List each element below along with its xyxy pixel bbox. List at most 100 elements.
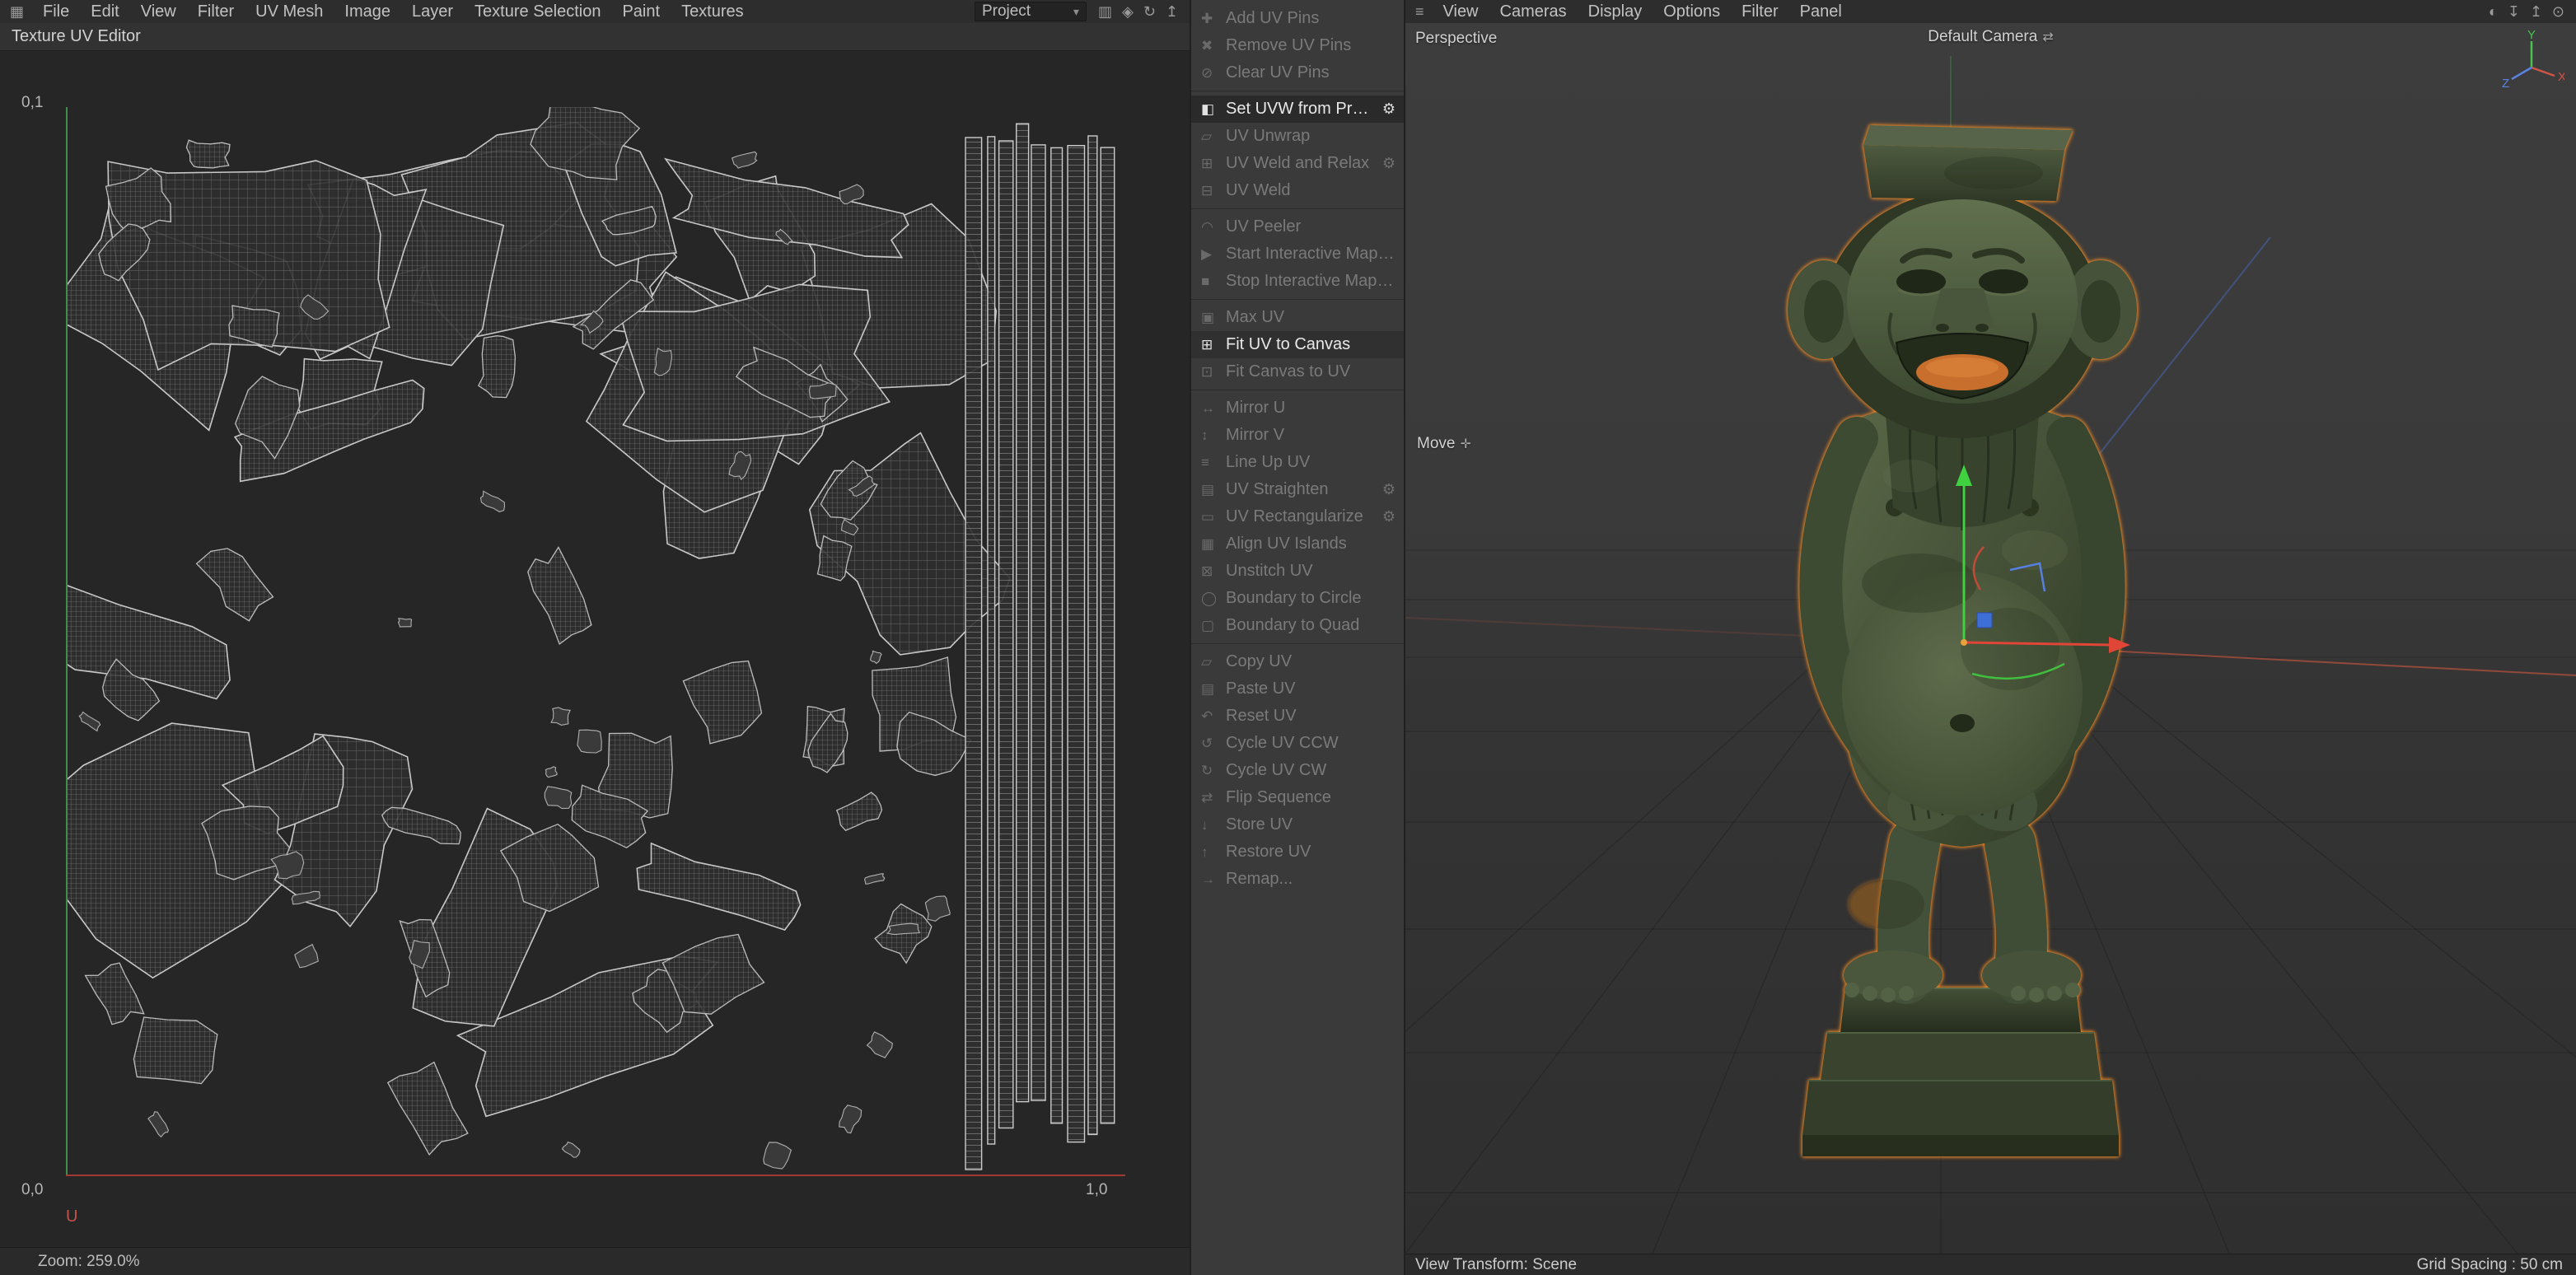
settings-gear-icon[interactable]: ⚙: [1377, 100, 1396, 118]
command-start-interactive-mapping: ▶Start Interactive Mapping: [1191, 241, 1404, 268]
settings-gear-icon[interactable]: ⚙: [1377, 481, 1396, 498]
viewport-menu-item-options[interactable]: Options: [1653, 2, 1731, 21]
uv-strip: [1101, 147, 1115, 1123]
uv-island: [148, 1112, 169, 1137]
window-grid-icon[interactable]: ▦: [0, 3, 32, 21]
viewport-menu-item-filter[interactable]: Filter: [1731, 2, 1788, 21]
record-icon[interactable]: ⊙: [2552, 4, 2564, 19]
lock-icon[interactable]: ◈: [1122, 4, 1134, 19]
settings-gear-icon[interactable]: ⚙: [1377, 508, 1396, 525]
viewport-menubar: ≡ ViewCamerasDisplayOptionsFilterPanel ◐…: [1405, 0, 2576, 24]
panel-menu-icon[interactable]: ≡: [1405, 3, 1433, 21]
command-mirror-v: ↕Mirror V: [1191, 422, 1404, 449]
axis-z-label: Z: [2502, 77, 2509, 91]
uv-canvas[interactable]: 0,1 0,0 1,0 U: [0, 51, 1190, 1247]
settings-gear-icon[interactable]: ⚙: [1377, 155, 1396, 172]
uv-island: [839, 184, 863, 203]
command-label: Store UV: [1226, 815, 1396, 834]
uv-island: [867, 1032, 893, 1058]
menu-item-texture-selection[interactable]: Texture Selection: [464, 2, 611, 21]
upload-icon[interactable]: ↥: [2530, 4, 2542, 19]
command-add-uv-pins: ✚Add UV Pins: [1191, 5, 1404, 32]
command-label: Fit UV to Canvas: [1226, 335, 1396, 354]
menu-item-image[interactable]: Image: [334, 2, 401, 21]
viewport-camera-label[interactable]: Default Camera⇄: [1928, 28, 2053, 46]
uv-island: [133, 1017, 217, 1084]
camera-label-text: Default Camera: [1928, 28, 2037, 45]
upload-icon[interactable]: ↥: [1166, 4, 1178, 19]
uv-editor-menubar: ▦ FileEditViewFilterUV MeshImageLayerTex…: [0, 0, 1190, 24]
command-label: Clear UV Pins: [1226, 63, 1396, 82]
command-label: Flip Sequence: [1226, 788, 1396, 807]
uv-editor-toolbar-icons: ▥ ◈ ↻ ↥: [1087, 4, 1190, 19]
command-reset-uv: ↶Reset UV: [1191, 703, 1404, 730]
menu-item-uv-mesh[interactable]: UV Mesh: [245, 2, 334, 21]
project-dropdown[interactable]: Project ▾: [975, 2, 1087, 21]
viewport-status-bar: View Transform: Scene Grid Spacing : 50 …: [1405, 1254, 2576, 1275]
uv-weld-relax-icon: ⊞: [1201, 156, 1226, 172]
axis-y-label: Y: [2527, 30, 2536, 42]
menu-item-filter[interactable]: Filter: [187, 2, 245, 21]
uv-editor-status-bar: Zoom: 259.0%: [0, 1247, 1190, 1275]
perspective-viewport[interactable]: Perspective Default Camera⇄ Move✛ Y X Z: [1405, 23, 2576, 1254]
application-window: ▦ FileEditViewFilterUV MeshImageLayerTex…: [0, 0, 2576, 1275]
menu-item-file[interactable]: File: [32, 2, 80, 21]
view-transform-status: View Transform: Scene: [1415, 1256, 1577, 1274]
statue-model[interactable]: [1746, 122, 2175, 1166]
fit-uv-to-canvas-icon: ⊞: [1201, 337, 1226, 353]
menu-item-view[interactable]: View: [130, 2, 187, 21]
command-label: Cycle UV CW: [1226, 761, 1396, 780]
sync-icon[interactable]: ↻: [1143, 4, 1156, 19]
command-boundary-to-quad: ▢Boundary to Quad: [1191, 612, 1404, 639]
menu-item-edit[interactable]: Edit: [80, 2, 129, 21]
tool-label-text: Move: [1417, 435, 1455, 452]
command-label: UV Weld: [1226, 181, 1396, 200]
command-set-uvw-from-projection[interactable]: ◧Set UVW from Projection⚙: [1191, 96, 1404, 123]
download-icon[interactable]: ↧: [2508, 4, 2520, 19]
viewport-view-label[interactable]: Perspective: [1415, 30, 1497, 48]
viewport-menu-item-view[interactable]: View: [1433, 2, 1489, 21]
command-max-uv: ▣Max UV: [1191, 304, 1404, 331]
uv-island: [925, 896, 950, 921]
viewport-menu-items: ViewCamerasDisplayOptionsFilterPanel: [1433, 2, 1853, 21]
uv-island: [66, 578, 230, 698]
viewport-menu-item-display[interactable]: Display: [1578, 2, 1653, 21]
command-label: Add UV Pins: [1226, 9, 1396, 28]
menu-item-textures[interactable]: Textures: [671, 2, 755, 21]
viewport-menu-item-cameras[interactable]: Cameras: [1489, 2, 1578, 21]
command-align-uv-islands: ▦Align UV Islands: [1191, 530, 1404, 558]
viewport-toolbar-icons: ◐ ↧ ↥ ⊙: [2477, 4, 2576, 19]
group-separator: [1191, 643, 1404, 644]
viewport-menu-item-panel[interactable]: Panel: [1789, 2, 1853, 21]
histogram-icon[interactable]: ▥: [1098, 4, 1112, 19]
uv-strip: [1068, 146, 1085, 1142]
remap-icon: →: [1201, 871, 1226, 888]
command-uv-peeler: ◠UV Peeler: [1191, 213, 1404, 241]
boundary-to-quad-icon: ▢: [1201, 618, 1226, 634]
uv-island: [388, 1062, 468, 1155]
command-label: Set UVW from Projection: [1226, 100, 1377, 119]
project-dropdown-label: Project: [982, 2, 1031, 21]
uv-island: [837, 792, 882, 830]
uv-island: [871, 651, 881, 663]
uv-editor-menu-items: FileEditViewFilterUV MeshImageLayerTextu…: [32, 2, 755, 21]
camera-switch-icon[interactable]: ⇄: [2037, 30, 2053, 44]
render-sphere-icon[interactable]: ◐: [2489, 4, 2498, 19]
menu-item-paint[interactable]: Paint: [611, 2, 671, 21]
set-uvw-projection-icon: ◧: [1201, 101, 1226, 118]
uv-corner-label-bottom-right: 1,0: [1086, 1181, 1107, 1199]
start-interactive-mapping-icon: ▶: [1201, 246, 1226, 263]
fit-canvas-to-uv-icon: ⊡: [1201, 364, 1226, 381]
command-stop-interactive-mapping: ■Stop Interactive Mapping: [1191, 268, 1404, 295]
command-label: Reset UV: [1226, 707, 1396, 726]
menu-item-layer[interactable]: Layer: [401, 2, 464, 21]
restore-uv-icon: ↑: [1201, 844, 1226, 861]
command-store-uv: ↓Store UV: [1191, 811, 1404, 838]
mirror-v-icon: ↕: [1201, 427, 1226, 444]
command-fit-uv-to-canvas[interactable]: ⊞Fit UV to Canvas: [1191, 331, 1404, 358]
command-uv-straighten: ▤UV Straighten⚙: [1191, 476, 1404, 503]
uv-island: [563, 1142, 580, 1158]
command-uv-weld: ⊟UV Weld: [1191, 177, 1404, 204]
uv-strip: [999, 141, 1013, 1128]
uv-island: [186, 140, 230, 168]
